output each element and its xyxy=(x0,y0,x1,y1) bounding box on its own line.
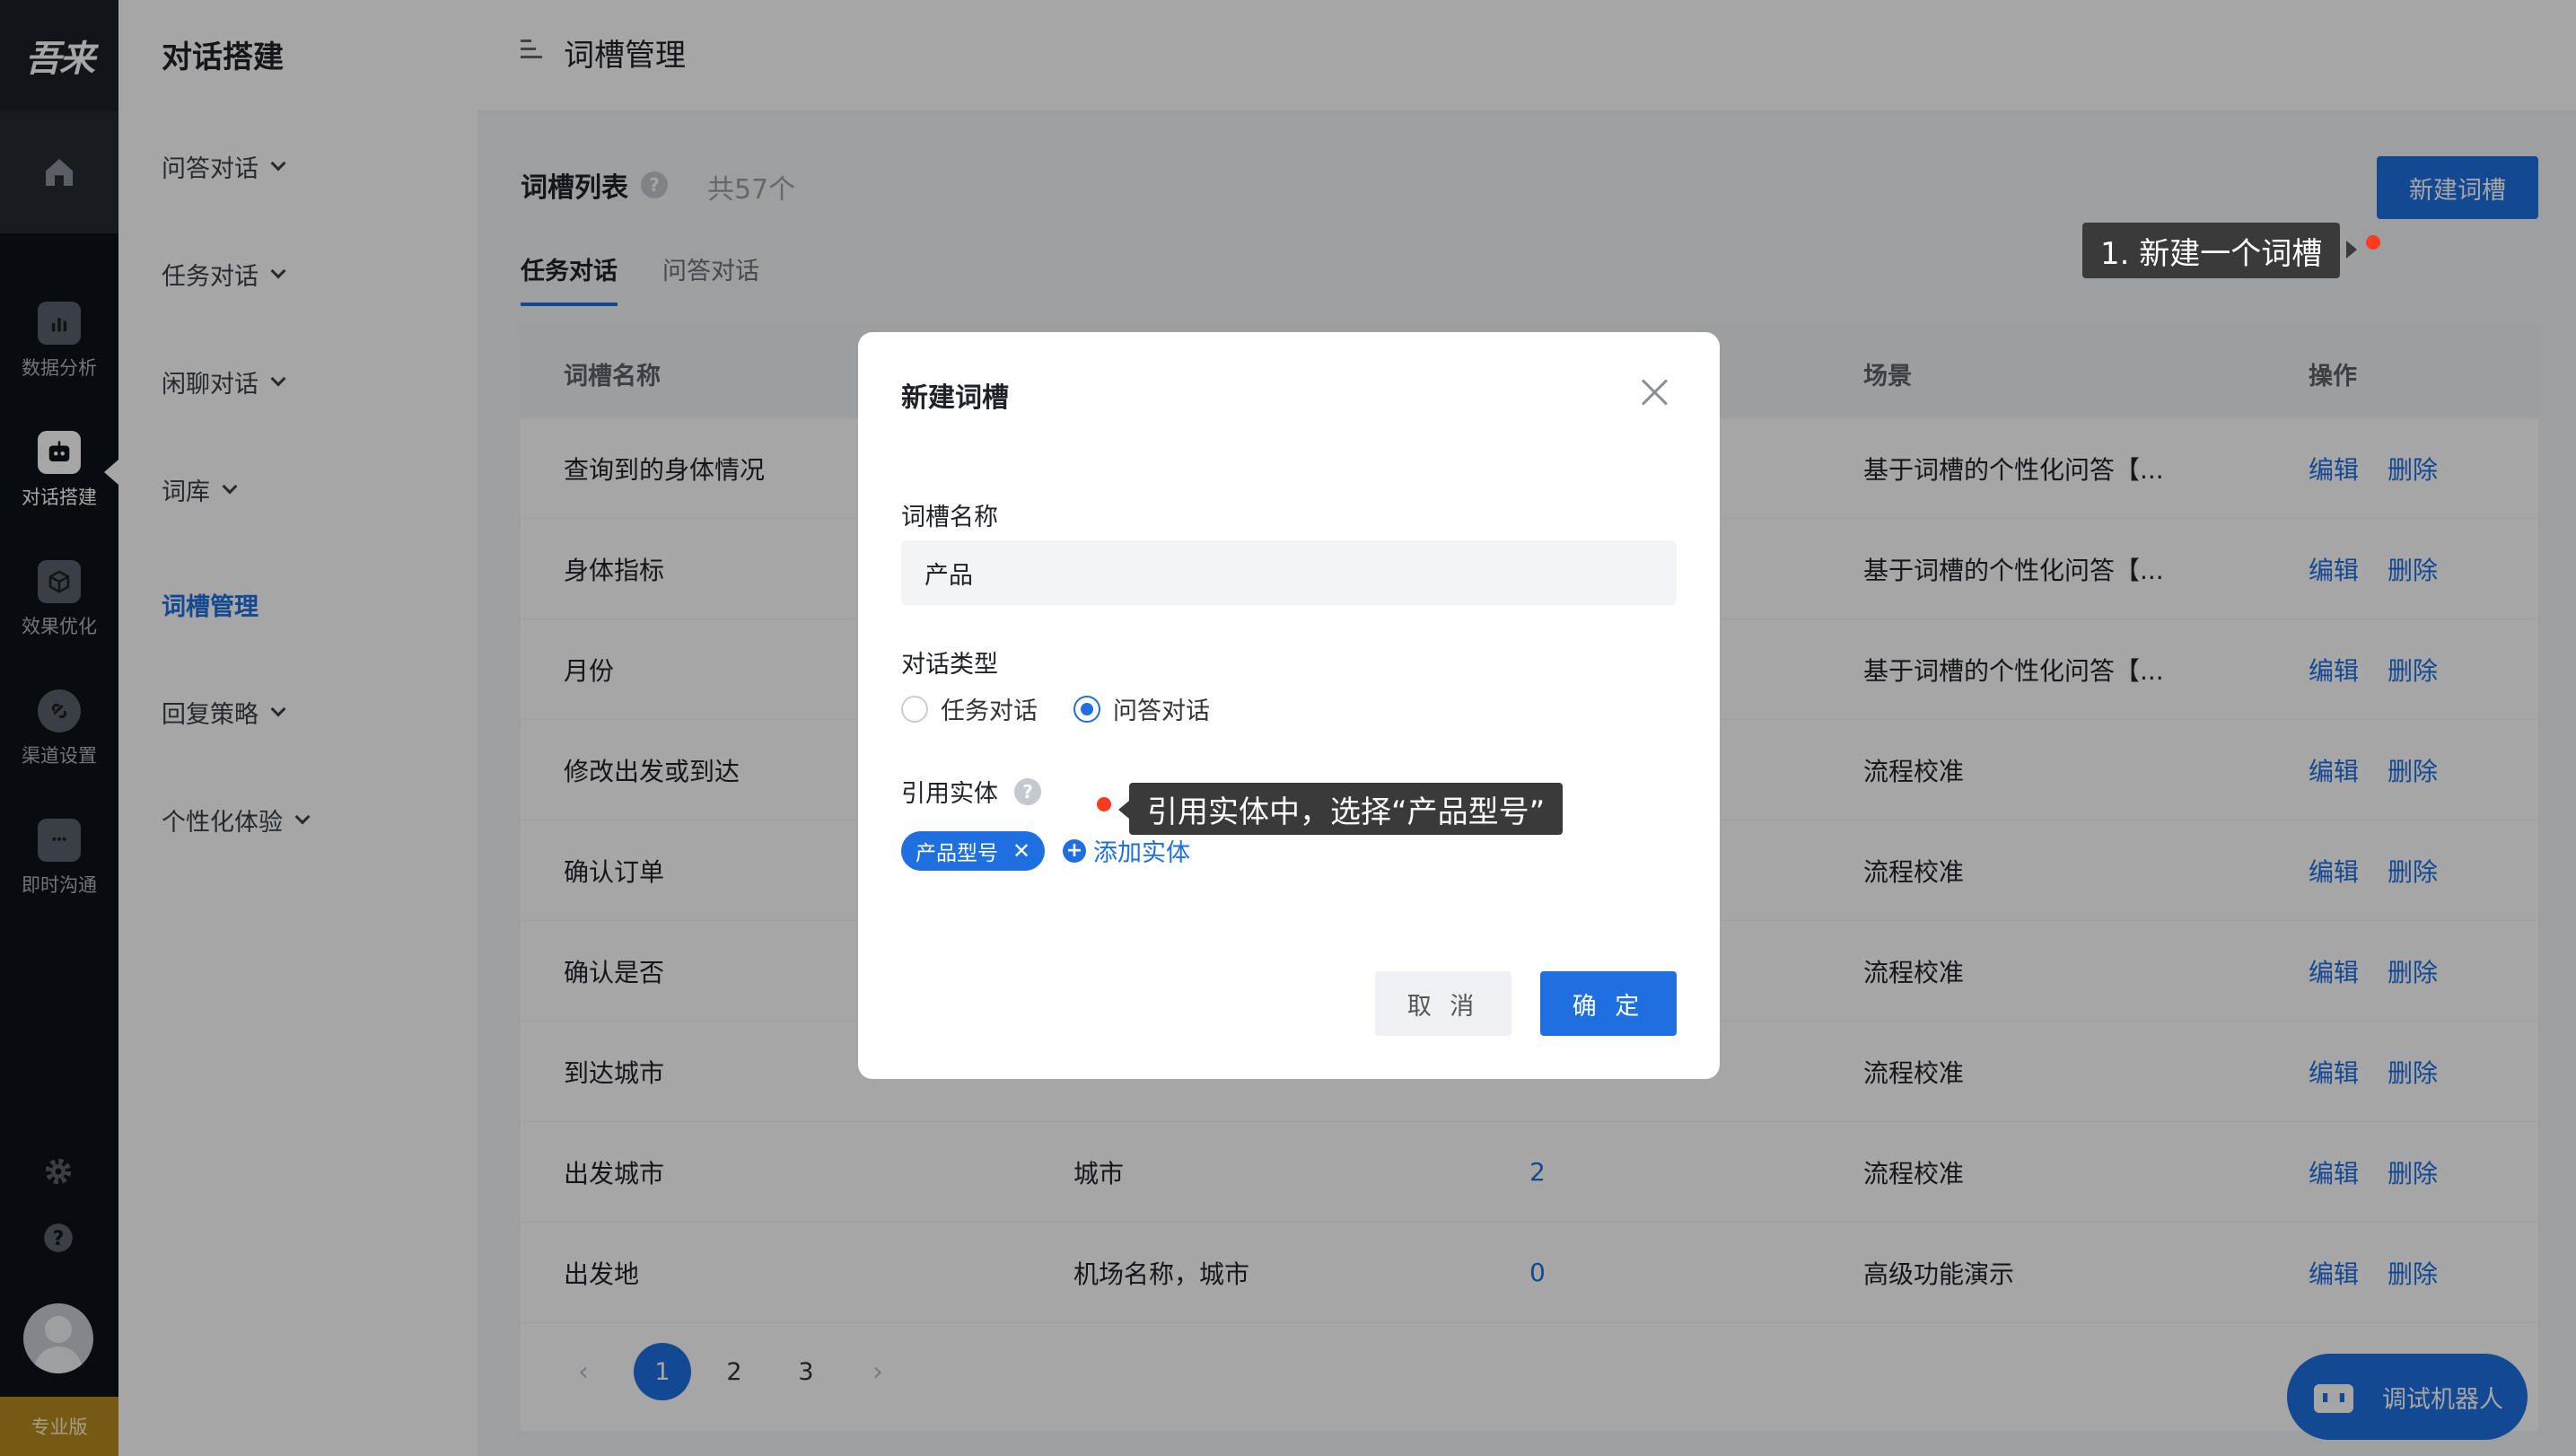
radio-label: 问答对话 xyxy=(1113,697,1210,725)
add-entity-button[interactable]: + 添加实体 xyxy=(1063,833,1190,868)
entity-chip: 产品型号 ✕ xyxy=(901,831,1046,871)
radio-label: 任务对话 xyxy=(941,697,1038,725)
step-1-tooltip: 1. 新建一个词槽 xyxy=(2082,223,2341,278)
tooltip-arrow xyxy=(2346,241,2357,259)
close-icon[interactable]: ✕ xyxy=(1012,838,1030,864)
close-icon[interactable] xyxy=(1639,377,1669,408)
radio-task-dialog[interactable]: 任务对话 xyxy=(901,691,1038,726)
question-icon[interactable]: ? xyxy=(1014,777,1041,805)
dialog-title: 新建词槽 xyxy=(901,382,1009,414)
radio-unchecked-icon xyxy=(901,695,928,723)
step-1-marker xyxy=(2366,235,2380,250)
slot-name-input[interactable]: 产品 xyxy=(901,540,1677,605)
entity-label: 引用实体 xyxy=(901,780,998,808)
confirm-button[interactable]: 确 定 xyxy=(1540,971,1677,1036)
radio-qa-dialog[interactable]: 问答对话 xyxy=(1073,691,1210,726)
radio-checked-icon xyxy=(1073,695,1100,723)
tooltip-arrow xyxy=(1118,801,1129,819)
slot-name-label: 词槽名称 xyxy=(901,504,998,531)
entity-label-row: 引用实体 ? xyxy=(901,774,1041,809)
step-2-tooltip: 引用实体中，选择“产品型号” xyxy=(1129,783,1564,835)
add-entity-label: 添加实体 xyxy=(1093,839,1190,867)
entity-chip-label: 产品型号 xyxy=(916,842,998,865)
dialog-type-label: 对话类型 xyxy=(901,651,998,679)
step-2-marker xyxy=(1097,797,1111,811)
plus-icon: + xyxy=(1063,838,1086,863)
new-slot-dialog: 新建词槽 词槽名称 产品 对话类型 任务对话 问答对话 引用实体 ? 产品型号 … xyxy=(858,332,1720,1079)
cancel-button[interactable]: 取 消 xyxy=(1375,971,1511,1036)
